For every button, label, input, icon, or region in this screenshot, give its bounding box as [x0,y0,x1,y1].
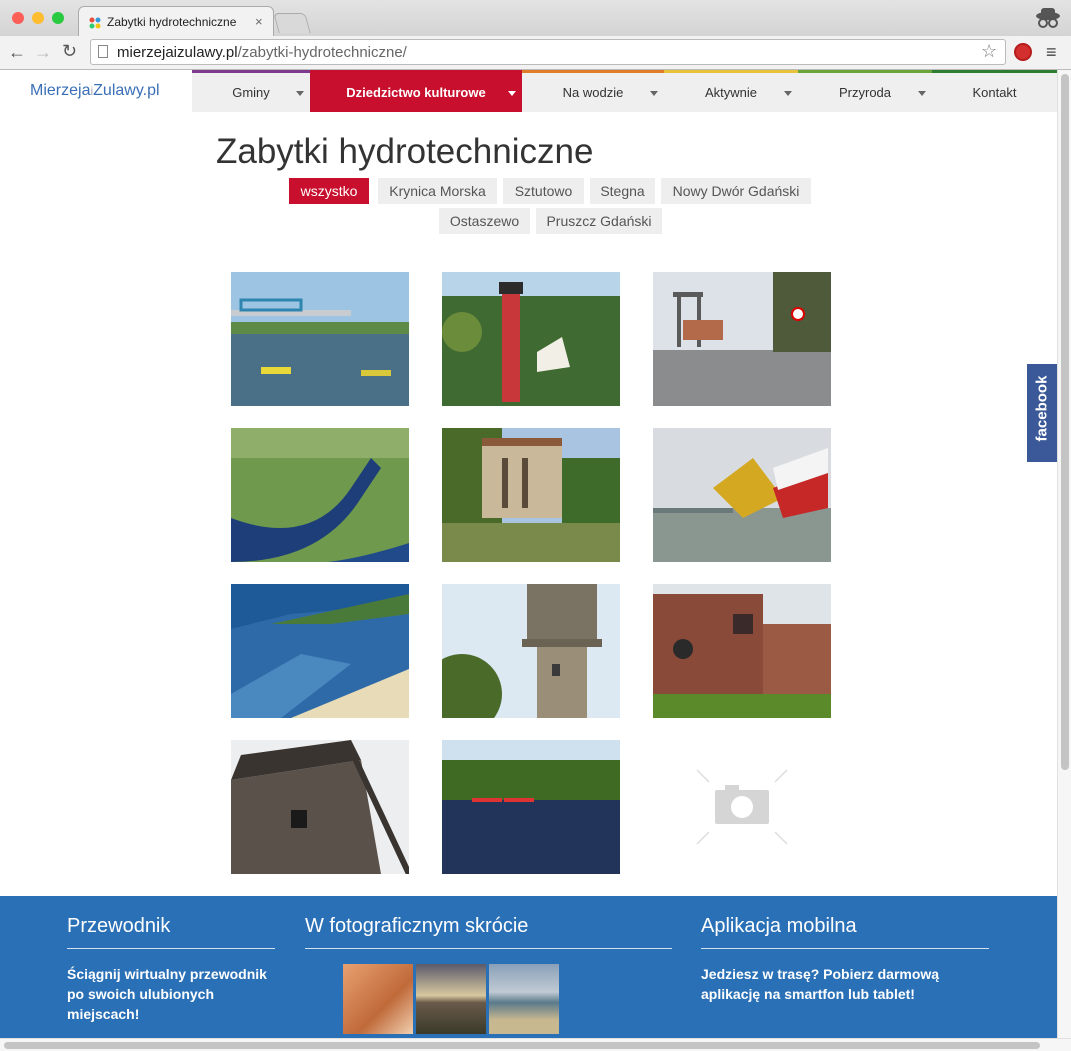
nav-item-aktywnie[interactable]: Aktywnie [664,70,798,112]
nav-item-kontakt[interactable]: Kontakt [932,70,1057,112]
vertical-scroll-thumb[interactable] [1061,74,1069,770]
new-tab-button[interactable] [273,13,311,33]
footer: Przewodnik Ściągnij wirtualny przewodnik… [0,896,1057,1038]
site-logo[interactable]: MierzejaiZulawy.pl [30,82,160,100]
gallery-item-lighthouse[interactable] [442,272,620,406]
footer-photo-title: W fotograficznym skrócie [305,915,529,937]
main-nav: Gminy Dziedzictwo kulturowe Na wodzie Ak… [192,70,1057,112]
browser-toolbar: ← → ↻ mierzejaizulawy.pl/zabytki-hydrote… [0,36,1071,70]
nav-item-dziedzictwo[interactable]: Dziedzictwo kulturowe [310,70,522,112]
footer-guide-text[interactable]: Ściągnij wirtualny przewodnik po swoich … [67,964,272,1024]
back-icon[interactable]: ← [8,42,26,63]
chevron-down-icon [508,91,516,96]
gallery-item-canal[interactable] [231,428,409,562]
nav-item-przyroda[interactable]: Przyroda [798,70,932,112]
page-icon [98,45,108,58]
chevron-down-icon [918,91,926,96]
gallery-item-brick-ruin[interactable] [653,584,831,718]
filter-wszystko[interactable]: wszystko [289,178,369,204]
forward-icon[interactable]: → [34,42,52,63]
minimize-window-button[interactable] [32,12,44,24]
gallery-item-drawbridge[interactable] [653,272,831,406]
tab-favicon-icon [89,16,101,29]
address-bar[interactable]: mierzejaizulawy.pl/zabytki-hydrotechnicz… [90,39,1006,65]
gallery-item-placeholder[interactable] [653,740,831,874]
footer-photo-2[interactable] [416,964,486,1034]
footer-photo-1[interactable] [343,964,413,1034]
gallery-item-windmill[interactable] [231,740,409,874]
filter-nowy-dwor[interactable]: Nowy Dwór Gdański [661,178,811,204]
page-content: MierzejaiZulawy.pl Gminy Dziedzictwo kul… [0,70,1057,1038]
page-title: Zabytki hydrotechniczne [216,132,594,171]
close-window-button[interactable] [12,12,24,24]
footer-guide-title: Przewodnik [67,915,171,937]
gallery-item-water-tower[interactable] [442,584,620,718]
chevron-down-icon [650,91,658,96]
url-path: /zabytki-hydrotechniczne/ [237,44,407,61]
gallery-item-lagoon[interactable] [231,584,409,718]
placeholder-camera-icon [696,769,788,845]
horizontal-scroll-thumb[interactable] [4,1042,1040,1049]
footer-app-title: Aplikacja mobilna [701,915,857,937]
menu-icon[interactable]: ≡ [1046,42,1057,63]
footer-app-text[interactable]: Jedziesz w trasę? Pobierz darmową aplika… [701,964,996,1004]
browser-titlebar: Zabytki hydrotechniczne × [0,0,1071,36]
gallery-item-bridge[interactable] [231,272,409,406]
vertical-scrollbar[interactable] [1057,70,1071,1038]
footer-photo-3[interactable] [489,964,559,1034]
maximize-window-button[interactable] [52,12,64,24]
gallery-item-lift-bridge[interactable] [653,428,831,562]
nav-item-gminy[interactable]: Gminy [192,70,310,112]
incognito-icon [1034,6,1062,30]
nav-item-na-wodzie[interactable]: Na wodzie [522,70,664,112]
chevron-down-icon [296,91,304,96]
tab-close-icon[interactable]: × [255,14,263,29]
filter-ostaszewo[interactable]: Ostaszewo [439,208,530,234]
bookmark-star-icon[interactable]: ☆ [981,41,997,62]
extension-icon[interactable] [1014,43,1032,61]
reload-icon[interactable]: ↻ [62,41,77,62]
browser-tab-active[interactable]: Zabytki hydrotechniczne × [78,6,274,36]
filter-pruszcz[interactable]: Pruszcz Gdański [536,208,662,234]
filter-krynica-morska[interactable]: Krynica Morska [378,178,497,204]
horizontal-scrollbar[interactable] [0,1038,1071,1051]
url-domain: mierzejaizulawy.pl [117,44,238,61]
chevron-down-icon [784,91,792,96]
gallery-item-kayaks[interactable] [442,740,620,874]
tab-title: Zabytki hydrotechniczne [107,15,237,29]
gallery-item-pump-station[interactable] [442,428,620,562]
filter-stegna[interactable]: Stegna [590,178,655,204]
filter-sztutowo[interactable]: Sztutowo [503,178,584,204]
facebook-tab[interactable]: facebook [1027,364,1057,462]
